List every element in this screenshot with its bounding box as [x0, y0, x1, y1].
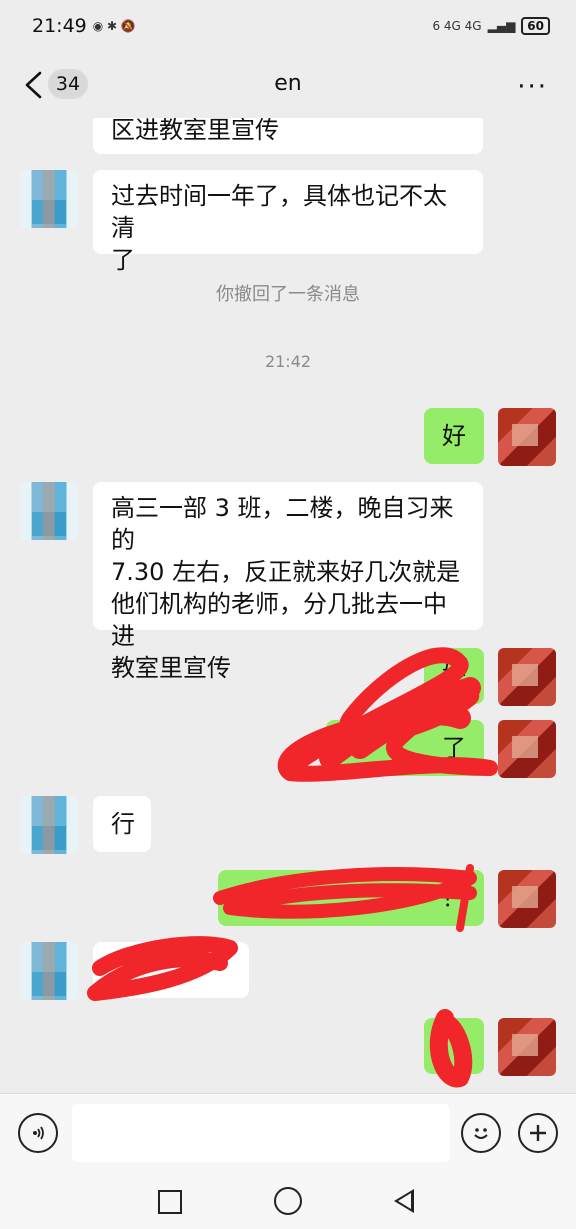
message-bubble[interactable]: 过去时间一年了，具体也记不太清 了	[93, 170, 483, 274]
my-avatar[interactable]	[498, 408, 556, 466]
my-avatar[interactable]	[498, 720, 556, 778]
message-list[interactable]: 区进教室里宣传 过去时间一年了，具体也记不太清 了 你撤回了一条消息 21:42…	[0, 118, 576, 1093]
signal-indicators: 6 4G 4G	[432, 19, 482, 33]
status-time: 21:49	[32, 15, 87, 37]
status-notification-icons: ◉ ✱ 🔕	[92, 19, 136, 33]
message-bubble[interactable]	[424, 1018, 484, 1074]
more-icon[interactable]: ···	[517, 72, 548, 102]
battery-level: 60	[521, 17, 550, 35]
home-button[interactable]	[274, 1187, 302, 1215]
recall-notice: 你撤回了一条消息	[216, 284, 360, 305]
timestamp: 21:42	[264, 352, 312, 371]
message-bubble[interactable]: ？	[218, 870, 484, 926]
voice-icon[interactable]	[18, 1113, 58, 1153]
contact-avatar[interactable]	[20, 482, 78, 540]
signal-bars-icon: ▂▄▆	[487, 19, 516, 33]
status-bar: 21:49 ◉ ✱ 🔕 6 4G 4G ▂▄▆ 60	[0, 0, 576, 52]
contact-avatar[interactable]	[20, 942, 78, 1000]
system-navigation-bar	[0, 1171, 576, 1229]
system-back-button[interactable]	[394, 1189, 414, 1213]
my-avatar[interactable]	[498, 1018, 556, 1076]
emoji-icon[interactable]	[461, 1113, 501, 1153]
recent-apps-button[interactable]	[158, 1190, 182, 1214]
chat-header: 34 en ···	[0, 52, 576, 118]
my-avatar[interactable]	[498, 648, 556, 706]
message-bubble[interactable]: 了	[326, 720, 484, 776]
message-bubble[interactable]: 区进教室里宣传	[93, 118, 483, 154]
contact-avatar[interactable]	[20, 170, 78, 228]
plus-icon[interactable]	[518, 1113, 558, 1153]
message-bubble[interactable]: 行	[93, 796, 151, 852]
message-input[interactable]	[72, 1104, 450, 1162]
message-bubble[interactable]	[93, 942, 249, 998]
message-bubble[interactable]: 高三一部 3 班，二楼，晚自习来的 7.30 左右，反正就来好几次就是 他们机构…	[93, 482, 483, 682]
chat-title: en	[274, 71, 302, 96]
input-bar	[0, 1093, 576, 1172]
my-avatar[interactable]	[498, 870, 556, 928]
contact-avatar[interactable]	[20, 796, 78, 854]
message-bubble[interactable]: 好	[424, 408, 484, 464]
message-bubble[interactable]: 好	[424, 648, 484, 704]
